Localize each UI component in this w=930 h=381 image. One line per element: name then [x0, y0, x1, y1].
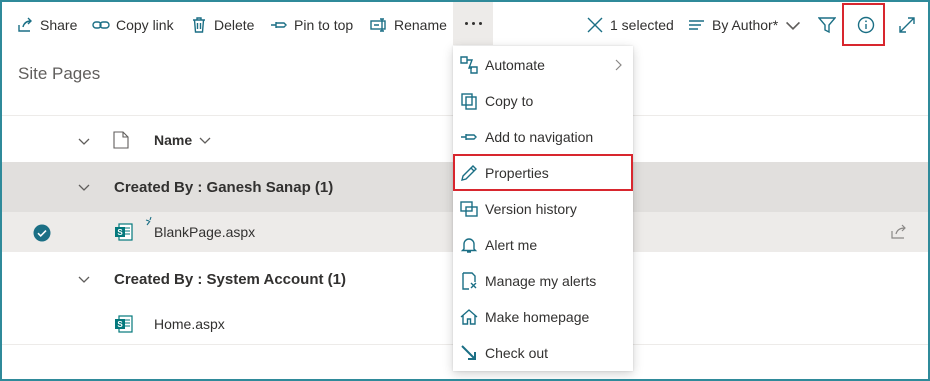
- menu-item-version-history[interactable]: Version history: [453, 191, 633, 227]
- trash-icon: [193, 17, 205, 33]
- manage-alerts-icon: [462, 272, 477, 290]
- version-history-icon: [460, 201, 478, 217]
- menu-item-automate[interactable]: Automate: [453, 47, 633, 83]
- menu-item-copy-to[interactable]: Copy to: [453, 83, 633, 119]
- info-pane-highlight: [842, 3, 885, 46]
- file-name[interactable]: Home.aspx: [154, 316, 225, 332]
- chevron-down-icon: [199, 137, 211, 144]
- copy-link-button[interactable]: Copy link: [92, 9, 174, 41]
- automate-icon: [460, 56, 478, 74]
- share-row-icon[interactable]: [890, 224, 908, 240]
- svg-text:S: S: [117, 320, 123, 329]
- check-out-icon: [461, 345, 476, 360]
- rename-button[interactable]: Rename: [370, 9, 447, 41]
- pin-to-top-button[interactable]: Pin to top: [270, 9, 353, 41]
- pin-icon: [271, 22, 287, 28]
- rename-icon: [370, 18, 386, 32]
- ellipsis-icon: [464, 22, 482, 25]
- file-type-icon: [113, 131, 129, 149]
- file-name[interactable]: BlankPage.aspx: [154, 224, 255, 240]
- menu-item-check-out[interactable]: Check out: [453, 335, 633, 371]
- clear-selection-button[interactable]: 1 selected: [586, 9, 674, 41]
- collapse-all-chevron-icon[interactable]: [77, 134, 91, 148]
- page-title: Site Pages: [18, 64, 101, 83]
- share-icon: [18, 17, 32, 32]
- sharepoint-page-icon: S: [115, 223, 133, 241]
- fullscreen-button[interactable]: [898, 9, 916, 41]
- link-icon: [92, 21, 110, 29]
- document-library-view: Share Copy link Delete Pin to top Rename…: [0, 0, 930, 381]
- chevron-down-icon[interactable]: [77, 180, 91, 194]
- delete-button[interactable]: Delete: [190, 9, 254, 41]
- name-column-header[interactable]: Name: [154, 132, 212, 148]
- chevron-down-icon[interactable]: [77, 272, 91, 286]
- menu-item-make-homepage[interactable]: Make homepage: [453, 299, 633, 335]
- share-button[interactable]: Share: [16, 9, 77, 41]
- bell-icon: [460, 238, 478, 253]
- close-icon: [587, 17, 603, 33]
- filter-button[interactable]: [818, 9, 836, 41]
- menu-item-add-to-navigation[interactable]: Add to navigation: [453, 119, 633, 155]
- pin-icon: [461, 134, 477, 140]
- menu-item-manage-my-alerts[interactable]: Manage my alerts: [453, 263, 633, 299]
- expand-icon: [899, 17, 915, 33]
- view-lines-icon: [689, 20, 704, 30]
- menu-item-alert-me[interactable]: Alert me: [453, 227, 633, 263]
- more-actions-button[interactable]: [453, 2, 493, 45]
- copy-icon: [461, 93, 477, 110]
- view-switcher[interactable]: By Author*: [688, 9, 802, 41]
- properties-highlight: [453, 154, 633, 191]
- svg-text:S: S: [117, 228, 123, 237]
- chevron-down-icon: [786, 21, 801, 31]
- sharepoint-page-icon: S: [115, 315, 133, 333]
- checkmark-circle-icon[interactable]: [33, 224, 51, 242]
- filter-icon: [818, 17, 836, 34]
- chevron-right-icon: [615, 59, 622, 71]
- more-actions-menu: Automate Copy to Add to navigation Prope…: [453, 46, 633, 371]
- home-icon: [460, 309, 478, 325]
